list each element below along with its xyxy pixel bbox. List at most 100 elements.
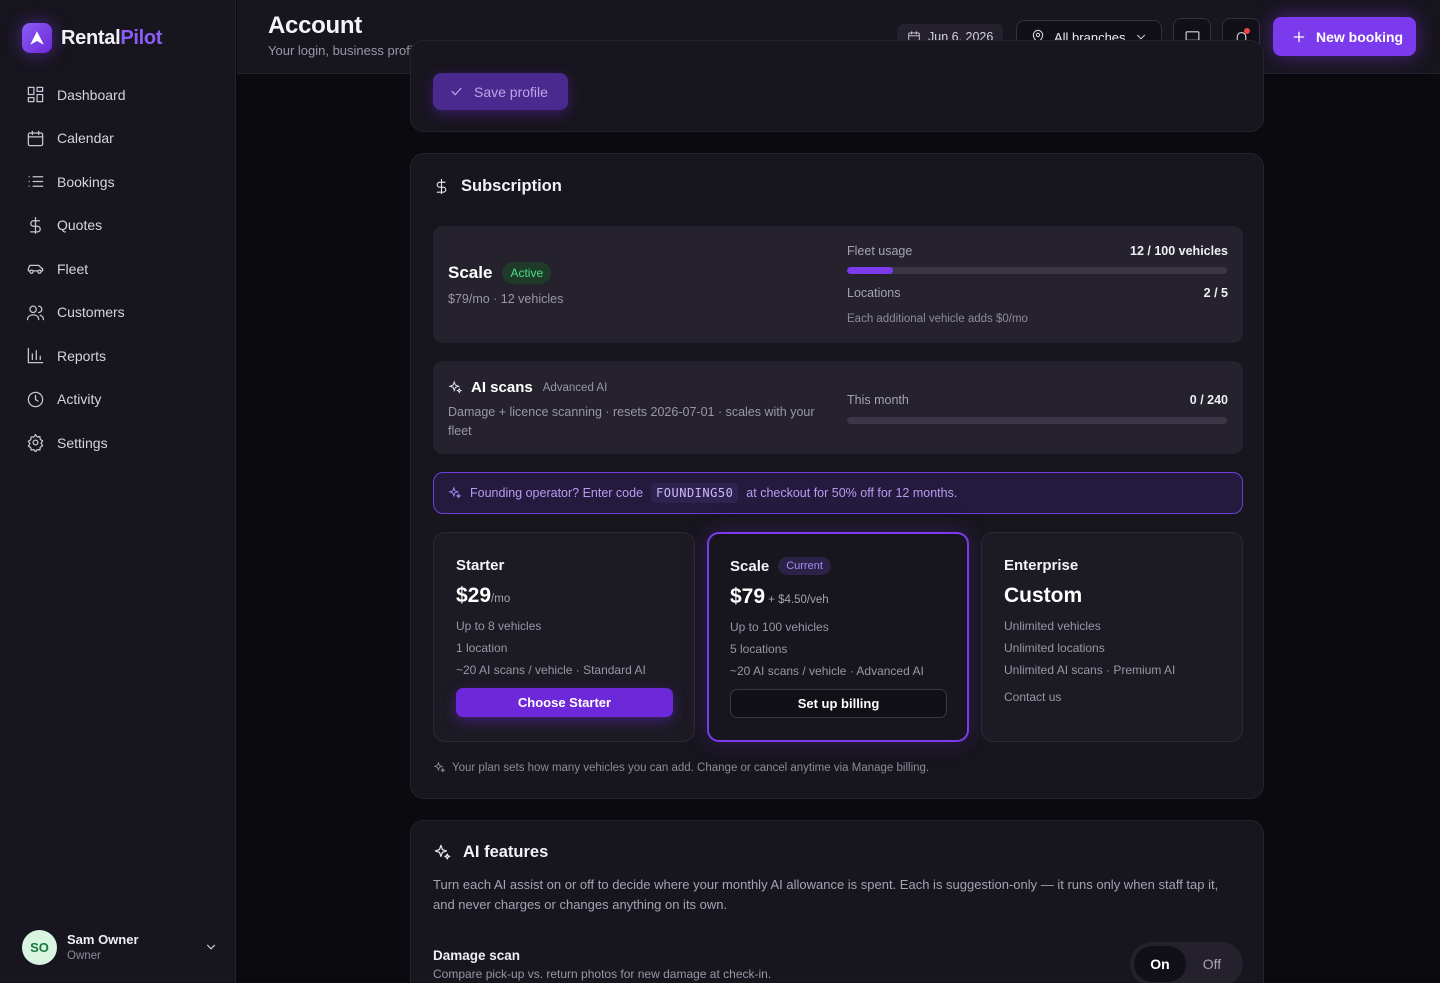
damage-scan-toggle: On Off (1130, 942, 1243, 983)
status-badge: Active (502, 262, 552, 284)
clock-icon (27, 391, 44, 408)
plus-icon (1293, 31, 1305, 42)
users-icon (26, 305, 45, 321)
subscription-card: Subscription Scale Active $79/mo · 12 ve… (410, 153, 1264, 799)
ai-scans-month-value: 0 / 240 (1189, 393, 1228, 407)
feature-name: Damage scan (433, 948, 521, 963)
car-icon (27, 264, 44, 275)
tier-feature: Unlimited AI scans · Premium AI (1004, 663, 1176, 677)
dashboard-icon (27, 86, 44, 103)
chart-icon (27, 347, 44, 364)
sidebar: RentalPilot Dashboard Calendar Bookings … (0, 0, 236, 983)
plan-foot-note-text: Your plan sets how many vehicles you can… (452, 761, 930, 774)
tier-price: $29/mo (456, 584, 510, 608)
promo-banner: Founding operator? Enter code FOUNDING50… (433, 472, 1243, 514)
plan-foot-note: Your plan sets how many vehicles you can… (433, 761, 929, 774)
sidebar-item-label: Dashboard (57, 86, 126, 103)
tier-feature: Up to 8 vehicles (456, 619, 542, 633)
fleet-usage-value: 12 / 100 vehicles (1130, 244, 1228, 258)
chevron-down-icon[interactable] (204, 940, 218, 954)
tier-name: Enterprise (1004, 557, 1079, 574)
fleet-usage-label: Fleet usage (847, 244, 913, 258)
sidebar-item-reports[interactable]: Reports (14, 334, 222, 378)
sidebar-item-label: Fleet (57, 260, 89, 277)
sidebar-nav: Dashboard Calendar Bookings Quotes Fleet… (14, 73, 222, 465)
sparkles-icon (433, 761, 446, 773)
sidebar-item-label: Settings (57, 434, 108, 451)
ai-features-heading: AI features (433, 843, 548, 862)
choose-starter-button[interactable]: Choose Starter (456, 688, 673, 717)
plan-name-label: Scale (448, 263, 493, 282)
user-name: Sam Owner (67, 932, 139, 947)
sidebar-item-activity[interactable]: Activity (14, 378, 222, 422)
set-up-billing-button[interactable]: Set up billing (730, 689, 947, 718)
tier-price-unit: /mo (491, 593, 511, 605)
toggle-on-option[interactable]: On (1134, 946, 1186, 982)
current-plan-panel: Scale Active $79/mo · 12 vehicles Fleet … (433, 226, 1243, 343)
fleet-usage-bar-fill (847, 267, 893, 274)
sidebar-item-label: Bookings (57, 173, 115, 190)
tier-price: $79 + $4.50/veh (730, 585, 829, 609)
subscription-title: Subscription (461, 177, 562, 195)
sidebar-item-calendar[interactable]: Calendar (14, 117, 222, 161)
sidebar-item-label: Calendar (57, 130, 114, 147)
tier-feature: 1 location (456, 641, 508, 655)
usage-note: Each additional vehicle adds $0/mo (847, 313, 1028, 325)
ai-features-card: AI features Turn each AI assist on or of… (410, 820, 1264, 983)
page-title: Account (268, 12, 362, 39)
sidebar-item-settings[interactable]: Settings (14, 421, 222, 465)
notification-dot (1244, 28, 1250, 34)
user-menu[interactable]: SO Sam Owner Owner (22, 928, 218, 966)
tier-feature: 5 locations (730, 642, 788, 656)
fleet-usage-bar (847, 267, 1227, 274)
ai-scans-bar (847, 417, 1227, 424)
locations-label: Locations (847, 286, 901, 300)
avatar: SO (22, 929, 57, 965)
tier-price-value: $79 (730, 585, 766, 608)
locations-value: 2 / 5 (1203, 286, 1228, 300)
save-profile-label: Save profile (474, 83, 548, 100)
dollar-icon (30, 216, 41, 234)
contact-us-link[interactable]: Contact us (1004, 690, 1061, 704)
ai-scans-tag: Advanced AI (542, 381, 608, 394)
brand[interactable]: RentalPilot (22, 23, 162, 53)
calendar-icon (27, 130, 44, 147)
sidebar-item-fleet[interactable]: Fleet (14, 247, 222, 291)
sidebar-item-quotes[interactable]: Quotes (14, 204, 222, 248)
sidebar-item-label: Reports (57, 347, 107, 364)
tier-feature: ~20 AI scans / vehicle · Standard AI (456, 663, 646, 677)
toggle-off-option[interactable]: Off (1186, 946, 1238, 982)
tier-name: Scale Current (730, 557, 831, 575)
new-booking-label: New booking (1316, 28, 1404, 45)
save-profile-button[interactable]: Save profile (433, 73, 568, 110)
sidebar-item-bookings[interactable]: Bookings (14, 160, 222, 204)
dollar-icon (436, 178, 447, 195)
gear-icon (27, 434, 44, 453)
tier-card-enterprise: Enterprise Custom Unlimited vehicles Unl… (981, 532, 1243, 742)
tier-price: Custom (1004, 584, 1083, 607)
new-booking-button[interactable]: New booking (1273, 17, 1416, 56)
list-icon (28, 176, 44, 188)
sparkles-icon (434, 844, 451, 860)
sidebar-item-dashboard[interactable]: Dashboard (14, 73, 222, 117)
tier-feature: Unlimited vehicles (1004, 619, 1101, 633)
tier-feature: ~20 AI scans / vehicle · Advanced AI (730, 664, 924, 678)
ai-scans-desc: Damage + licence scanning · resets 2026-… (448, 405, 815, 438)
sidebar-item-label: Customers (57, 304, 125, 321)
plan-meta: $79/mo · 12 vehicles (448, 292, 564, 306)
sidebar-item-label: Activity (57, 391, 102, 408)
tier-card-scale: Scale Current $79 + $4.50/veh Up to 100 … (707, 532, 969, 742)
plan-name: Scale Active (448, 262, 552, 284)
sidebar-item-label: Quotes (57, 217, 103, 234)
ai-scans-panel: AI scans Advanced AI Damage + licence sc… (433, 361, 1243, 454)
tier-name-label: Scale (730, 557, 770, 575)
sidebar-item-customers[interactable]: Customers (14, 291, 222, 335)
promo-text-before: Founding operator? Enter code (470, 486, 644, 500)
tier-feature: Up to 100 vehicles (730, 620, 829, 634)
ai-scans-title: AI scans (471, 379, 533, 396)
subscription-heading: Subscription (433, 177, 562, 196)
tier-feature: Unlimited locations (1004, 641, 1105, 655)
ai-scans-month-label: This month (847, 393, 909, 407)
ai-features-desc: Turn each AI assist on or off to decide … (433, 877, 1219, 912)
promo-code[interactable]: FOUNDING50 (651, 483, 739, 503)
